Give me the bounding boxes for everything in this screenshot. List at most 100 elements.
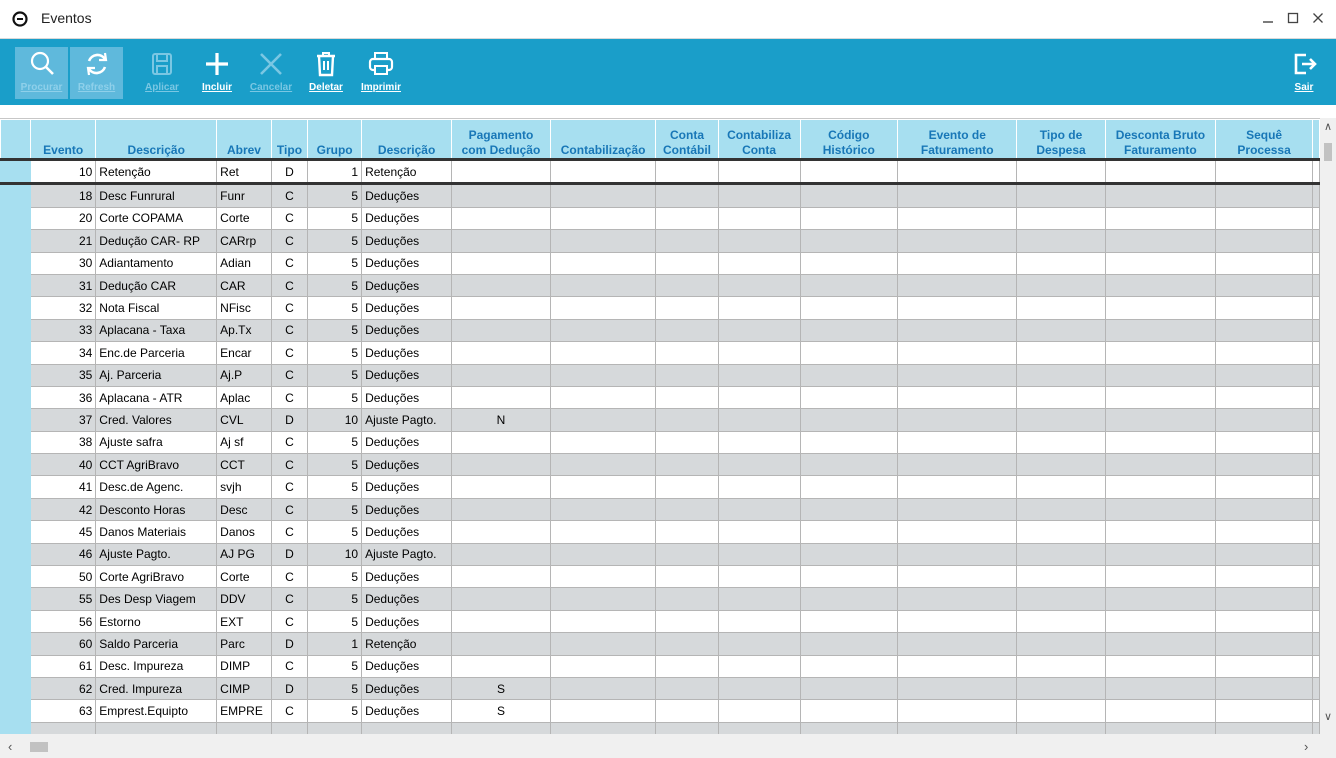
table-row[interactable]: 21 Dedução CAR- RP CARrp C 5 Deduções bbox=[0, 229, 1320, 253]
table-cell[interactable]: 5 bbox=[307, 699, 363, 723]
table-cell[interactable] bbox=[717, 318, 801, 343]
table-cell[interactable] bbox=[717, 497, 801, 522]
table-cell[interactable]: Ret bbox=[216, 158, 272, 186]
table-cell[interactable] bbox=[655, 475, 719, 499]
table-cell[interactable] bbox=[1215, 520, 1313, 544]
table-cell[interactable]: D bbox=[270, 676, 309, 701]
table-cell[interactable] bbox=[549, 229, 657, 253]
column-header[interactable]: Tipo bbox=[270, 119, 309, 161]
table-cell[interactable]: Deduções bbox=[361, 676, 453, 701]
table-cell[interactable] bbox=[451, 609, 551, 634]
table-cell[interactable] bbox=[1104, 229, 1217, 253]
table-cell[interactable] bbox=[1215, 475, 1313, 499]
table-cell[interactable]: Estorno bbox=[95, 609, 218, 634]
table-cell[interactable] bbox=[1016, 453, 1106, 477]
table-cell[interactable] bbox=[1104, 654, 1217, 678]
table-row[interactable]: 32 Nota Fiscal NFisc C 5 Deduções bbox=[0, 296, 1320, 320]
table-cell[interactable] bbox=[549, 385, 657, 410]
row-selector[interactable] bbox=[0, 385, 32, 410]
table-cell[interactable] bbox=[717, 273, 801, 298]
table-cell[interactable] bbox=[655, 408, 719, 432]
table-cell[interactable] bbox=[1016, 229, 1106, 253]
table-cell[interactable]: C bbox=[270, 273, 309, 298]
table-cell[interactable]: Deduções bbox=[361, 273, 453, 298]
table-cell[interactable] bbox=[1215, 229, 1313, 253]
table-cell[interactable]: 36 bbox=[30, 385, 97, 410]
table-cell[interactable] bbox=[897, 676, 1018, 701]
table-cell[interactable]: 30 bbox=[30, 251, 97, 275]
table-cell[interactable] bbox=[1215, 183, 1313, 208]
table-cell[interactable] bbox=[655, 385, 719, 410]
table-cell[interactable] bbox=[549, 296, 657, 320]
table-cell[interactable] bbox=[799, 542, 899, 567]
table-cell[interactable] bbox=[1215, 408, 1313, 432]
table-cell[interactable] bbox=[1215, 565, 1313, 589]
table-row[interactable]: 38 Ajuste safra Aj sf C 5 Deduções bbox=[0, 430, 1320, 455]
table-cell[interactable]: D bbox=[270, 632, 309, 656]
table-cell[interactable]: 5 bbox=[307, 520, 363, 544]
minimize-button[interactable] bbox=[1256, 6, 1280, 30]
table-cell[interactable]: 55 bbox=[30, 587, 97, 611]
table-cell[interactable] bbox=[1104, 676, 1217, 701]
table-cell[interactable]: C bbox=[270, 654, 309, 678]
column-header[interactable]: Abrev bbox=[216, 119, 272, 161]
table-cell[interactable] bbox=[1016, 251, 1106, 275]
table-cell[interactable] bbox=[897, 430, 1018, 455]
table-cell[interactable]: Desc bbox=[216, 497, 272, 522]
table-cell[interactable]: Cred. Impureza bbox=[95, 676, 218, 701]
table-cell[interactable] bbox=[717, 520, 801, 544]
horizontal-scroll-thumb[interactable] bbox=[30, 742, 48, 752]
table-cell[interactable] bbox=[897, 206, 1018, 231]
table-row[interactable]: 46 Ajuste Pagto. AJ PG D 10 Ajuste Pagto. bbox=[0, 542, 1320, 567]
table-row[interactable]: 61 Desc. Impureza DIMP C 5 Deduções bbox=[0, 654, 1320, 678]
table-cell[interactable]: D bbox=[270, 542, 309, 567]
table-cell[interactable] bbox=[1016, 318, 1106, 343]
table-cell[interactable] bbox=[799, 699, 899, 723]
table-cell[interactable]: Retenção bbox=[95, 158, 218, 186]
table-cell[interactable]: C bbox=[270, 251, 309, 275]
table-cell[interactable] bbox=[897, 565, 1018, 589]
delete-button[interactable]: Deletar bbox=[303, 47, 349, 99]
table-cell[interactable] bbox=[451, 251, 551, 275]
table-cell[interactable] bbox=[799, 385, 899, 410]
table-cell[interactable] bbox=[717, 676, 801, 701]
table-cell[interactable] bbox=[717, 158, 801, 186]
table-cell[interactable] bbox=[897, 296, 1018, 320]
table-cell[interactable] bbox=[897, 699, 1018, 723]
column-header[interactable]: Descrição bbox=[361, 119, 453, 161]
table-cell[interactable]: Nota Fiscal bbox=[95, 296, 218, 320]
table-cell[interactable] bbox=[451, 654, 551, 678]
table-cell[interactable] bbox=[549, 542, 657, 567]
table-cell[interactable]: DIMP bbox=[216, 654, 272, 678]
table-cell[interactable] bbox=[655, 183, 719, 208]
table-cell[interactable] bbox=[1215, 341, 1313, 365]
table-cell[interactable]: 10 bbox=[307, 542, 363, 567]
table-cell[interactable] bbox=[1104, 565, 1217, 589]
table-cell[interactable] bbox=[549, 206, 657, 231]
table-cell[interactable]: Retenção bbox=[361, 158, 453, 186]
table-cell[interactable] bbox=[451, 430, 551, 455]
table-cell[interactable] bbox=[799, 273, 899, 298]
table-cell[interactable] bbox=[717, 453, 801, 477]
table-cell[interactable]: Ajuste safra bbox=[95, 430, 218, 455]
table-cell[interactable] bbox=[549, 654, 657, 678]
table-cell[interactable] bbox=[655, 341, 719, 365]
table-cell[interactable] bbox=[1016, 497, 1106, 522]
table-cell[interactable] bbox=[717, 363, 801, 387]
table-cell[interactable]: EMPRE bbox=[216, 699, 272, 723]
table-cell[interactable] bbox=[799, 676, 899, 701]
table-cell[interactable] bbox=[451, 206, 551, 231]
table-cell[interactable] bbox=[1016, 183, 1106, 208]
table-cell[interactable] bbox=[655, 497, 719, 522]
table-cell[interactable] bbox=[549, 587, 657, 611]
table-cell[interactable] bbox=[1215, 497, 1313, 522]
table-cell[interactable] bbox=[799, 363, 899, 387]
table-cell[interactable] bbox=[1215, 587, 1313, 611]
table-cell[interactable] bbox=[549, 475, 657, 499]
table-cell[interactable]: S bbox=[451, 699, 551, 723]
table-cell[interactable] bbox=[1104, 542, 1217, 567]
table-cell[interactable] bbox=[1215, 206, 1313, 231]
row-selector[interactable] bbox=[0, 676, 32, 701]
table-row[interactable]: 36 Aplacana - ATR Aplac C 5 Deduções bbox=[0, 385, 1320, 410]
table-cell[interactable] bbox=[549, 318, 657, 343]
